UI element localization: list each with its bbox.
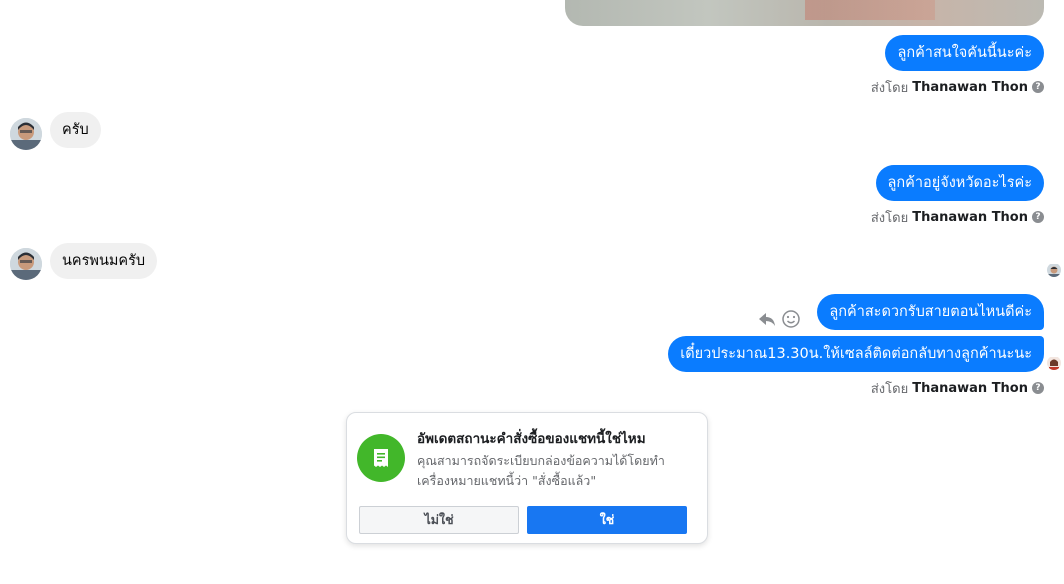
sent-by-prefix: ส่งโดย (870, 210, 909, 226)
sent-by-name: Thanawan Thon (912, 209, 1028, 225)
sent-by-label: ส่งโดย Thanawan Thon ? (871, 208, 1044, 226)
help-icon[interactable]: ? (1032, 382, 1044, 394)
sent-by-prefix: ส่งโดย (870, 381, 909, 397)
sent-by-name: Thanawan Thon (912, 380, 1028, 396)
message-bubble-incoming[interactable]: นครพนมครับ (50, 243, 158, 279)
card-title: อัพเดตสถานะคำสั่งซื้อของแชทนี้ใช่ไหม (417, 431, 646, 447)
message-bubble-incoming[interactable]: ครับ (50, 112, 101, 148)
emoji-icon[interactable] (781, 309, 801, 329)
help-icon[interactable]: ? (1032, 81, 1044, 93)
message-bubble-outgoing[interactable]: ลูกค้าสนใจคันนี้นะค่ะ (885, 35, 1044, 71)
seen-avatar (1047, 263, 1061, 277)
avatar[interactable] (10, 248, 42, 280)
order-status-card: อัพเดตสถานะคำสั่งซื้อของแชทนี้ใช่ไหม คุณ… (346, 412, 708, 544)
sent-by-label: ส่งโดย Thanawan Thon ? (871, 78, 1044, 96)
yes-button[interactable]: ใช่ (527, 506, 687, 534)
avatar[interactable] (10, 118, 42, 150)
message-bubble-outgoing[interactable]: ลูกค้าอยู่จังหวัดอะไรค่ะ (875, 165, 1044, 201)
sent-by-name: Thanawan Thon (912, 79, 1028, 95)
message-bubble-outgoing[interactable]: ลูกค้าสะดวกรับสายตอนไหนดีค่ะ (817, 294, 1044, 330)
message-bubble-outgoing[interactable]: เดี๋ยวประมาณ13.30น.ให้เซลล์ติดต่อกลับทาง… (668, 336, 1044, 372)
sender-avatar (1047, 356, 1061, 370)
image-attachment[interactable] (565, 0, 1044, 26)
no-button[interactable]: ไม่ใช่ (359, 506, 519, 534)
card-description: คุณสามารถจัดระเบียบกล่องข้อความได้โดยทำเ… (417, 453, 665, 488)
sent-by-label: ส่งโดย Thanawan Thon ? (871, 379, 1044, 397)
reply-icon[interactable] (757, 309, 777, 329)
sent-by-prefix: ส่งโดย (870, 80, 909, 96)
receipt-icon (357, 434, 405, 482)
chat-thread: ลูกค้าสนใจคันนี้นะค่ะ ส่งโดย Thanawan Th… (0, 0, 1064, 584)
help-icon[interactable]: ? (1032, 211, 1044, 223)
